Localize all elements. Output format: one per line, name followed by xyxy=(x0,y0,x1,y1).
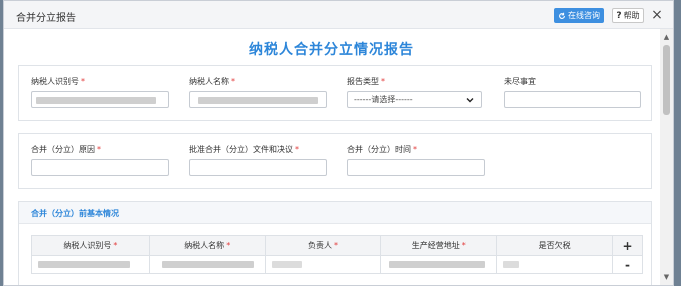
merger-reason-input[interactable] xyxy=(31,159,169,176)
section-header: 合并（分立）前基本情况 xyxy=(19,202,651,224)
report-dialog: 合并分立报告 在线咨询 ? 帮助 × 纳税人合并分立情况报告 纳税人识别号 * 纳… xyxy=(3,0,674,286)
report-type-select[interactable]: ------请选择------ xyxy=(347,91,482,108)
column-header-business-address: 生产经营地址 * xyxy=(380,235,498,256)
close-icon[interactable]: × xyxy=(649,6,665,24)
taxpayer-name-input[interactable] xyxy=(189,91,327,108)
report-title: 纳税人合并分立情况报告 xyxy=(249,42,414,58)
report-type-value: ------请选择------ xyxy=(354,95,413,104)
remove-row-button[interactable]: - xyxy=(611,255,644,274)
pre-merger-info-panel: 合并（分立）前基本情况 纳税人识别号 * 纳税人名称 * 负责人 * 生产经营地址 * … xyxy=(18,201,652,285)
pre-merger-table: 纳税人识别号 * 纳税人名称 * 负责人 * 生产经营地址 * 是否欠税 + - xyxy=(31,235,644,274)
approval-document-label: 批准合并（分立）文件和决议 * xyxy=(189,145,299,154)
scroll-down-icon[interactable]: ▼ xyxy=(660,271,673,283)
pending-matters-label: 未尽事宜 xyxy=(504,77,536,86)
taxpayer-id-label: 纳税人识别号 * xyxy=(31,77,85,86)
column-header-taxpayer-name: 纳税人名称 * xyxy=(148,235,266,256)
merger-time-label: 合并（分立）时间 * xyxy=(347,145,417,154)
table-row: - xyxy=(31,255,644,274)
business-address-cell[interactable] xyxy=(380,255,498,274)
dialog-content: 纳税人合并分立情况报告 纳税人识别号 * 纳税人名称 * 报告类型 * ------请… xyxy=(4,29,673,285)
table-header-row: 纳税人识别号 * 纳税人名称 * 负责人 * 生产经营地址 * 是否欠税 + xyxy=(31,235,644,256)
taxpayer-id-input[interactable] xyxy=(31,91,169,108)
basic-info-panel: 纳税人识别号 * 纳税人名称 * 报告类型 * ------请选择------ 未尽事… xyxy=(18,65,652,121)
merger-reason-label: 合并（分立）原因 * xyxy=(31,145,101,154)
question-icon: ? xyxy=(616,10,622,21)
vertical-scrollbar[interactable]: ▲ ▼ xyxy=(660,29,673,285)
section-title: 合并（分立）前基本情况 xyxy=(31,209,119,218)
responsible-person-cell[interactable] xyxy=(264,255,382,274)
column-header-taxpayer-id: 纳税人识别号 * xyxy=(31,235,150,256)
help-button[interactable]: ? 帮助 xyxy=(612,8,644,23)
scroll-thumb[interactable] xyxy=(663,45,670,115)
taxpayer-id-cell[interactable] xyxy=(31,255,150,274)
taxpayer-name-label: 纳税人名称 * xyxy=(189,77,235,86)
merger-time-input[interactable] xyxy=(347,159,485,176)
report-type-label: 报告类型 * xyxy=(347,77,385,86)
pending-matters-input[interactable] xyxy=(504,91,641,108)
tax-arrears-cell[interactable] xyxy=(496,255,613,274)
refresh-icon xyxy=(559,12,565,19)
column-header-responsible-person: 负责人 * xyxy=(264,235,382,256)
dialog-titlebar: 合并分立报告 在线咨询 ? 帮助 × xyxy=(4,1,673,29)
taxpayer-name-cell[interactable] xyxy=(148,255,266,274)
add-row-button[interactable]: + xyxy=(611,235,644,256)
dialog-title: 合并分立报告 xyxy=(16,13,76,24)
merger-details-panel: 合并（分立）原因 * 批准合并（分立）文件和决议 * 合并（分立）时间 * xyxy=(18,133,652,189)
scroll-up-icon[interactable]: ▲ xyxy=(660,31,673,43)
online-consult-button[interactable]: 在线咨询 xyxy=(554,8,604,23)
online-consult-label: 在线咨询 xyxy=(568,11,600,20)
approval-document-input[interactable] xyxy=(189,159,327,176)
column-header-tax-arrears: 是否欠税 xyxy=(496,235,613,256)
chevron-down-icon xyxy=(466,98,474,103)
help-label: 帮助 xyxy=(623,11,640,20)
